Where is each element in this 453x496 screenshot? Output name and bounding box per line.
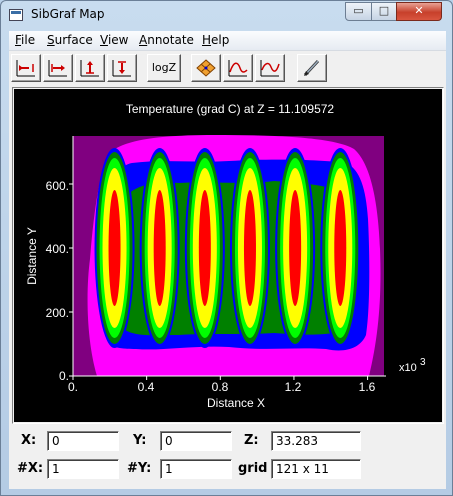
- menu-surface-label: urface: [54, 33, 93, 47]
- plot-title: Temperature (grad C) at Z = 11.109572: [126, 102, 335, 116]
- zoom-left-button[interactable]: [11, 54, 41, 82]
- x-multiplier: x10: [399, 362, 417, 374]
- menu-view[interactable]: View: [100, 33, 128, 47]
- minimize-button[interactable]: ▭: [345, 2, 372, 21]
- curve-y-button[interactable]: [255, 54, 285, 82]
- x-tick-4: 1.6: [359, 380, 376, 394]
- z-value-field: 33.283: [271, 431, 361, 451]
- status-panel: X: 0 Y: 0 Z: 33.283 #X: 1 #Y: 1 grid 121…: [9, 425, 446, 489]
- zoom-left-icon: [16, 60, 35, 77]
- grid-field: 121 x 11: [271, 459, 361, 479]
- x-tick-3: 1.2: [285, 380, 302, 394]
- app-window: SibGraf Map ▭ □ ✕ File Surface View Anno…: [0, 0, 453, 496]
- zoom-right-button[interactable]: [43, 54, 73, 82]
- minimize-icon: ▭: [353, 4, 364, 17]
- plot-frame: Temperature (grad C) at Z = 11.109572 0.: [12, 87, 444, 424]
- heatmap: [73, 135, 384, 376]
- window-title: SibGraf Map: [31, 7, 105, 21]
- hotspot-0-level-2: [108, 190, 121, 306]
- maximize-icon: □: [378, 4, 390, 17]
- logz-button[interactable]: logZ: [147, 54, 181, 82]
- x-coord-label: X:: [21, 433, 37, 448]
- grid-label: grid: [238, 461, 268, 476]
- plot-area[interactable]: Temperature (grad C) at Z = 11.109572 0.: [14, 89, 442, 422]
- maximize-button[interactable]: □: [371, 2, 397, 21]
- client-area: File Surface View Annotate Help logZ Tem…: [9, 31, 446, 489]
- zoom-up-button[interactable]: [75, 54, 105, 82]
- menu-help[interactable]: Help: [202, 33, 229, 47]
- y-coord-field: 0: [160, 431, 232, 451]
- menu-surface[interactable]: Surface: [47, 33, 93, 47]
- menu-annotate[interactable]: Annotate: [139, 33, 194, 47]
- zoom-up-icon: [80, 60, 99, 77]
- temperature-map[interactable]: Temperature (grad C) at Z = 11.109572 0.: [14, 89, 442, 422]
- x-tick-2: 0.8: [212, 380, 229, 394]
- curve-x-icon: [228, 60, 248, 77]
- y-coord-label: Y:: [133, 433, 147, 448]
- zoom-down-icon: [112, 60, 131, 77]
- y-tick-1: 200.: [46, 306, 69, 320]
- ny-field: 1: [160, 459, 232, 479]
- x-multiplier-exp: 3: [420, 357, 426, 368]
- grid-points-icon: [196, 59, 216, 77]
- pen-icon: [303, 59, 320, 77]
- pen-button[interactable]: [297, 54, 327, 82]
- menu-file[interactable]: File: [15, 33, 35, 47]
- x-coord-field: 0: [47, 431, 119, 451]
- menu-view-accel: V: [100, 33, 108, 47]
- close-button[interactable]: ✕: [396, 2, 442, 21]
- y-axis-label: Distance Y: [25, 227, 39, 285]
- x-tick-0: 0.: [68, 380, 78, 394]
- curve-y-icon: [260, 60, 280, 77]
- x-axis-label: Distance X: [207, 396, 265, 410]
- y-tick-3: 600.: [46, 179, 69, 193]
- menu-help-accel: H: [202, 33, 212, 47]
- menu-bar: File Surface View Annotate Help: [9, 31, 446, 51]
- hotspot-3-level-2: [243, 190, 256, 306]
- grid-points-button[interactable]: [191, 54, 221, 82]
- nx-label: #X:: [17, 461, 44, 476]
- app-icon: [9, 9, 23, 21]
- toolbar: logZ: [9, 51, 446, 89]
- x-tick-1: 0.4: [138, 380, 155, 394]
- title-bar[interactable]: SibGraf Map ▭ □ ✕: [1, 1, 452, 29]
- menu-annotate-accel: A: [139, 33, 148, 47]
- y-tick-0: 0.: [59, 369, 69, 383]
- menu-view-label: iew: [107, 33, 129, 47]
- y-tick-2: 400.: [46, 242, 69, 256]
- curve-x-button[interactable]: [223, 54, 253, 82]
- hotspot-2-level-2: [198, 190, 211, 306]
- hotspot-4-level-2: [289, 190, 302, 306]
- hotspot-1-level-2: [153, 190, 166, 306]
- menu-file-label: ile: [21, 33, 36, 47]
- zoom-right-icon: [48, 60, 67, 77]
- nx-field: 1: [47, 459, 119, 479]
- menu-help-label: elp: [211, 33, 230, 47]
- hotspot-5-level-2: [334, 190, 347, 306]
- z-value-label: Z:: [244, 433, 259, 448]
- ny-label: #Y:: [127, 461, 152, 476]
- menu-annotate-label: nnotate: [147, 33, 194, 47]
- menu-surface-accel: S: [47, 33, 55, 47]
- zoom-down-button[interactable]: [107, 54, 137, 82]
- close-icon: ✕: [414, 4, 424, 17]
